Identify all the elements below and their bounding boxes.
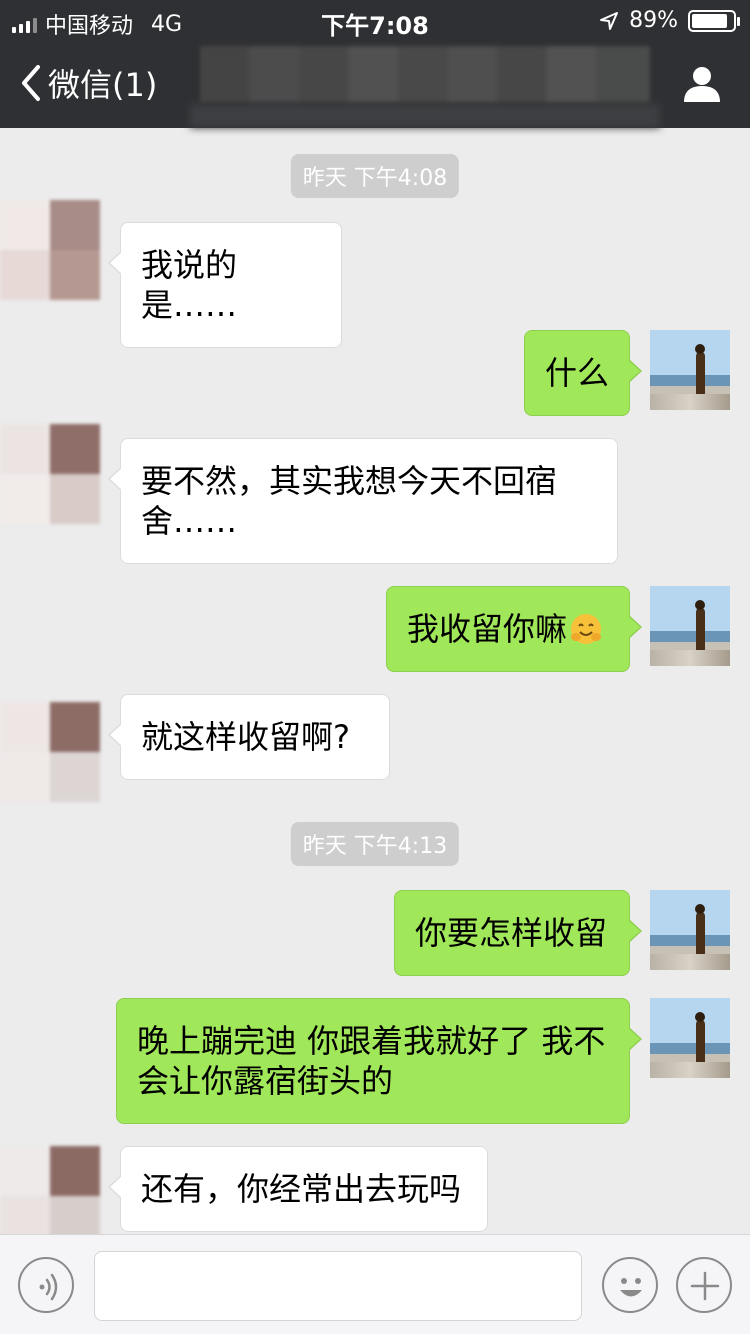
voice-icon — [39, 1273, 58, 1301]
back-button[interactable]: 微信(1) — [18, 60, 157, 106]
contact-avatar[interactable] — [0, 200, 100, 300]
status-right: 89% — [599, 8, 740, 33]
message-bubble-outgoing[interactable]: 我收留你嘛 — [386, 586, 642, 672]
emoji-icon — [620, 1278, 642, 1297]
my-avatar[interactable] — [650, 890, 730, 970]
plus-icon — [690, 1271, 720, 1301]
battery-fill — [692, 13, 728, 28]
nav-title-shadow — [190, 104, 660, 128]
battery-percent: 89% — [629, 8, 678, 33]
timestamp-pill: 昨天 下午4:08 — [290, 154, 460, 198]
my-avatar[interactable] — [650, 330, 730, 410]
timestamp-pill: 昨天 下午4:13 — [290, 822, 460, 866]
battery-icon — [688, 9, 740, 32]
back-label: 微信(1) — [48, 66, 158, 104]
contact-avatar[interactable] — [0, 424, 100, 524]
profile-icon[interactable] — [682, 64, 722, 104]
message-text: 我收留你嘛 — [407, 610, 568, 648]
message-bubble-incoming[interactable]: 就这样收留啊? — [108, 694, 390, 780]
message-bubble-outgoing[interactable]: 晚上蹦完迪 你跟着我就好了 我不会让你露宿街头的 — [116, 998, 642, 1124]
input-bar — [0, 1234, 750, 1334]
hugging-face-emoji-icon — [571, 614, 602, 644]
back-chevron-icon — [22, 65, 40, 101]
chat-area[interactable]: 昨天 下午4:08 我说的是…… 什么 要不然，其实我想今天不回宿舍…… 我收留… — [0, 128, 750, 1246]
top-bar: 中国移动 4G 下午7:08 89% 微信(1) — [0, 0, 750, 128]
location-icon — [600, 11, 619, 30]
message-bubble-outgoing[interactable]: 什么 — [524, 330, 642, 416]
my-avatar[interactable] — [650, 998, 730, 1078]
voice-button[interactable] — [18, 1257, 74, 1313]
message-bubble-incoming[interactable]: 还有，你经常出去玩吗 — [108, 1146, 488, 1232]
plus-button[interactable] — [676, 1257, 732, 1313]
my-avatar[interactable] — [650, 586, 730, 666]
message-bubble-outgoing[interactable]: 你要怎样收留 — [394, 890, 642, 976]
chat-title-blurred — [200, 46, 650, 102]
message-input[interactable] — [94, 1251, 582, 1321]
contact-avatar[interactable] — [0, 702, 100, 802]
contact-avatar[interactable] — [0, 1146, 100, 1246]
message-bubble-incoming[interactable]: 我说的是…… — [108, 222, 342, 348]
message-bubble-incoming[interactable]: 要不然，其实我想今天不回宿舍…… — [108, 438, 618, 564]
emoji-button[interactable] — [602, 1257, 658, 1313]
